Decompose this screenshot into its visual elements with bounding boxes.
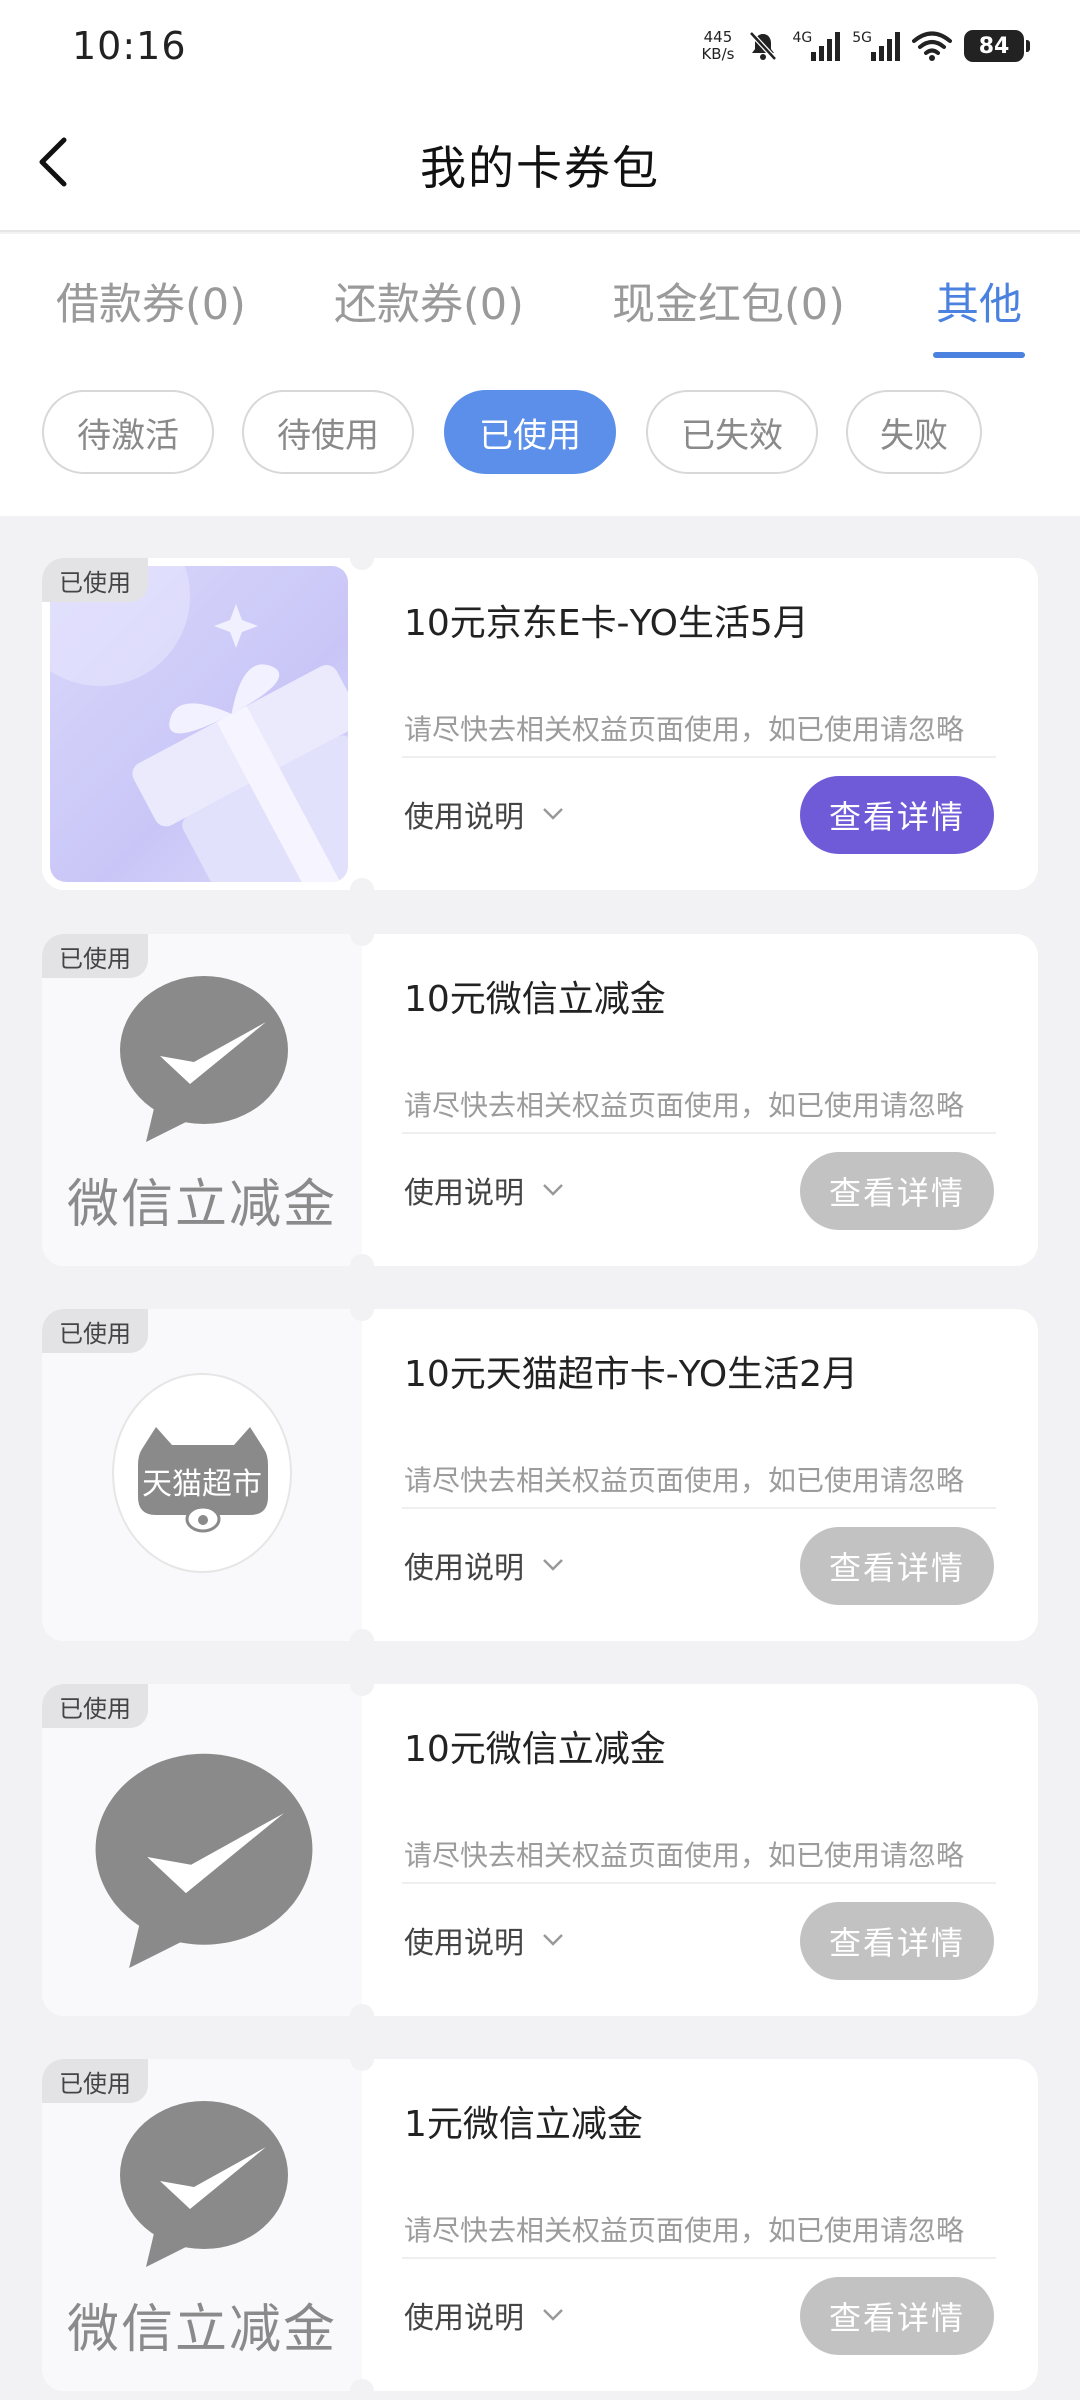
card-divider — [402, 1882, 996, 1884]
coupon-thumbnail: 微信立减金 — [42, 934, 362, 1266]
coupon-card: 已使用 10元微信立减金 请尽快去相关权益页面使用，如已使用请忽略 使用说明 查… — [42, 1684, 1038, 2016]
coupon-description: 请尽快去相关权益页面使用，如已使用请忽略 — [404, 2214, 965, 2247]
coupon-title: 10元微信立减金 — [404, 1729, 666, 1770]
battery-indicator: 84 — [964, 30, 1030, 62]
used-status-tag: 已使用 — [42, 934, 148, 978]
filter-chip-pending-use[interactable]: 待使用 — [242, 390, 414, 474]
card-divider — [402, 1132, 996, 1134]
view-details-button[interactable]: 查看详情 — [800, 1527, 994, 1605]
wechat-coupon-label: 微信立减金 — [66, 2300, 337, 2360]
wechat-icon — [95, 1753, 313, 1968]
wechat-icon — [120, 2101, 288, 2267]
tab-other[interactable]: 其他 — [936, 270, 1022, 332]
tab-repayment-coupon[interactable]: 还款券(0) — [334, 270, 524, 332]
filter-chip-pending-activation[interactable]: 待激活 — [42, 390, 214, 474]
coupon-description: 请尽快去相关权益页面使用，如已使用请忽略 — [404, 713, 965, 746]
card-perforation — [350, 1254, 374, 1266]
chevron-down-icon — [543, 808, 563, 820]
filter-chip-used[interactable]: 已使用 — [444, 390, 616, 474]
card-perforation — [350, 2379, 374, 2391]
coupon-description: 请尽快去相关权益页面使用，如已使用请忽略 — [404, 1089, 965, 1122]
coupon-card: 微信立减金 已使用 1元微信立减金 请尽快去相关权益页面使用，如已使用请忽略 使… — [42, 2059, 1038, 2391]
network-speed-unit: KB/s — [701, 45, 735, 63]
view-details-button[interactable]: 查看详情 — [800, 1152, 994, 1230]
used-status-tag: 已使用 — [42, 2059, 148, 2103]
signal-5g: 5G — [852, 30, 900, 62]
coupon-card: 微信立减金 已使用 10元微信立减金 请尽快去相关权益页面使用，如已使用请忽略 … — [42, 934, 1038, 1266]
card-perforation — [350, 878, 374, 890]
coupon-thumbnail — [42, 558, 362, 890]
tmall-supermarket-label: 天猫超市 — [142, 1467, 262, 1502]
chevron-down-icon — [543, 1559, 563, 1571]
usage-instructions-label: 使用说明 — [404, 1551, 524, 1586]
usage-instructions-toggle[interactable]: 使用说明 — [404, 1918, 564, 1962]
view-details-button[interactable]: 查看详情 — [800, 2277, 994, 2355]
usage-instructions-toggle[interactable]: 使用说明 — [404, 1168, 564, 1212]
status-time: 10:16 — [72, 24, 187, 68]
status-bar: 10:16 445 KB/s 4G 5G 84 — [0, 0, 1080, 92]
page-title: 我的卡券包 — [420, 141, 660, 195]
signal-bars-icon — [871, 32, 900, 61]
coupon-title: 10元天猫超市卡-YO生活2月 — [404, 1354, 859, 1395]
card-divider — [402, 2257, 996, 2259]
signal-4g: 4G — [792, 30, 841, 62]
usage-instructions-toggle[interactable]: 使用说明 — [404, 792, 564, 836]
status-filter-chips: 待激活 待使用 已使用 已失效 失败 — [0, 364, 1080, 516]
view-details-button[interactable]: 查看详情 — [800, 1902, 994, 1980]
coupon-type-tabs: 借款券(0) 还款券(0) 现金红包(0) 其他 — [0, 234, 1080, 364]
signal-bars-icon — [811, 32, 841, 61]
wechat-coupon-label: 微信立减金 — [66, 1175, 337, 1235]
coupon-thumbnail — [42, 1684, 362, 2016]
chevron-down-icon — [543, 2309, 563, 2321]
network-speed-value: 445 — [703, 28, 733, 46]
coupon-card: 已使用 10元京东E卡-YO生活5月 请尽快去相关权益页面使用，如已使用请忽略 … — [42, 558, 1038, 890]
active-tab-indicator — [933, 352, 1025, 358]
tab-cash-red-packet[interactable]: 现金红包(0) — [612, 270, 845, 332]
network-speed: 445 KB/s — [701, 29, 734, 63]
used-status-tag: 已使用 — [42, 1684, 148, 1728]
tab-loan-coupon[interactable]: 借款券(0) — [56, 270, 246, 332]
nav-bar: 我的卡券包 — [0, 92, 1080, 232]
view-details-button[interactable]: 查看详情 — [800, 776, 994, 854]
coupon-card: 天猫超市 已使用 10元天猫超市卡-YO生活2月 请尽快去相关权益页面使用，如已… — [42, 1309, 1038, 1641]
usage-instructions-label: 使用说明 — [404, 1176, 524, 1211]
coupon-description: 请尽快去相关权益页面使用，如已使用请忽略 — [404, 1464, 965, 1497]
filter-chip-failed[interactable]: 失败 — [846, 390, 982, 474]
wechat-icon — [120, 976, 288, 1142]
coupon-thumbnail: 天猫超市 — [42, 1309, 362, 1641]
card-divider — [402, 756, 996, 758]
bell-muted-icon — [746, 29, 780, 63]
usage-instructions-label: 使用说明 — [404, 1926, 524, 1961]
used-status-tag: 已使用 — [42, 558, 148, 602]
filter-chip-expired[interactable]: 已失效 — [646, 390, 818, 474]
usage-instructions-label: 使用说明 — [404, 2301, 524, 2336]
status-icons: 445 KB/s 4G 5G 84 — [701, 29, 1030, 63]
card-divider — [402, 1507, 996, 1509]
used-status-tag: 已使用 — [42, 1309, 148, 1353]
coupon-description: 请尽快去相关权益页面使用，如已使用请忽略 — [404, 1839, 965, 1872]
gift-box-icon — [50, 566, 348, 882]
coupon-wallet-page: 10:16 445 KB/s 4G 5G 84 我的卡券包 借款券(0) 还款券… — [0, 0, 1080, 2400]
usage-instructions-label: 使用说明 — [404, 800, 524, 835]
coupon-title: 10元微信立减金 — [404, 979, 666, 1020]
coupon-title: 10元京东E卡-YO生活5月 — [404, 603, 809, 644]
card-perforation — [350, 2004, 374, 2016]
tmall-badge: 天猫超市 — [112, 1373, 292, 1573]
coupon-title: 1元微信立减金 — [404, 2104, 643, 2145]
card-perforation — [350, 1629, 374, 1641]
usage-instructions-toggle[interactable]: 使用说明 — [404, 1543, 564, 1587]
chevron-down-icon — [543, 1934, 563, 1946]
wifi-icon — [912, 30, 952, 62]
chevron-down-icon — [543, 1184, 563, 1196]
coupon-thumbnail: 微信立减金 — [42, 2059, 362, 2391]
usage-instructions-toggle[interactable]: 使用说明 — [404, 2293, 564, 2337]
